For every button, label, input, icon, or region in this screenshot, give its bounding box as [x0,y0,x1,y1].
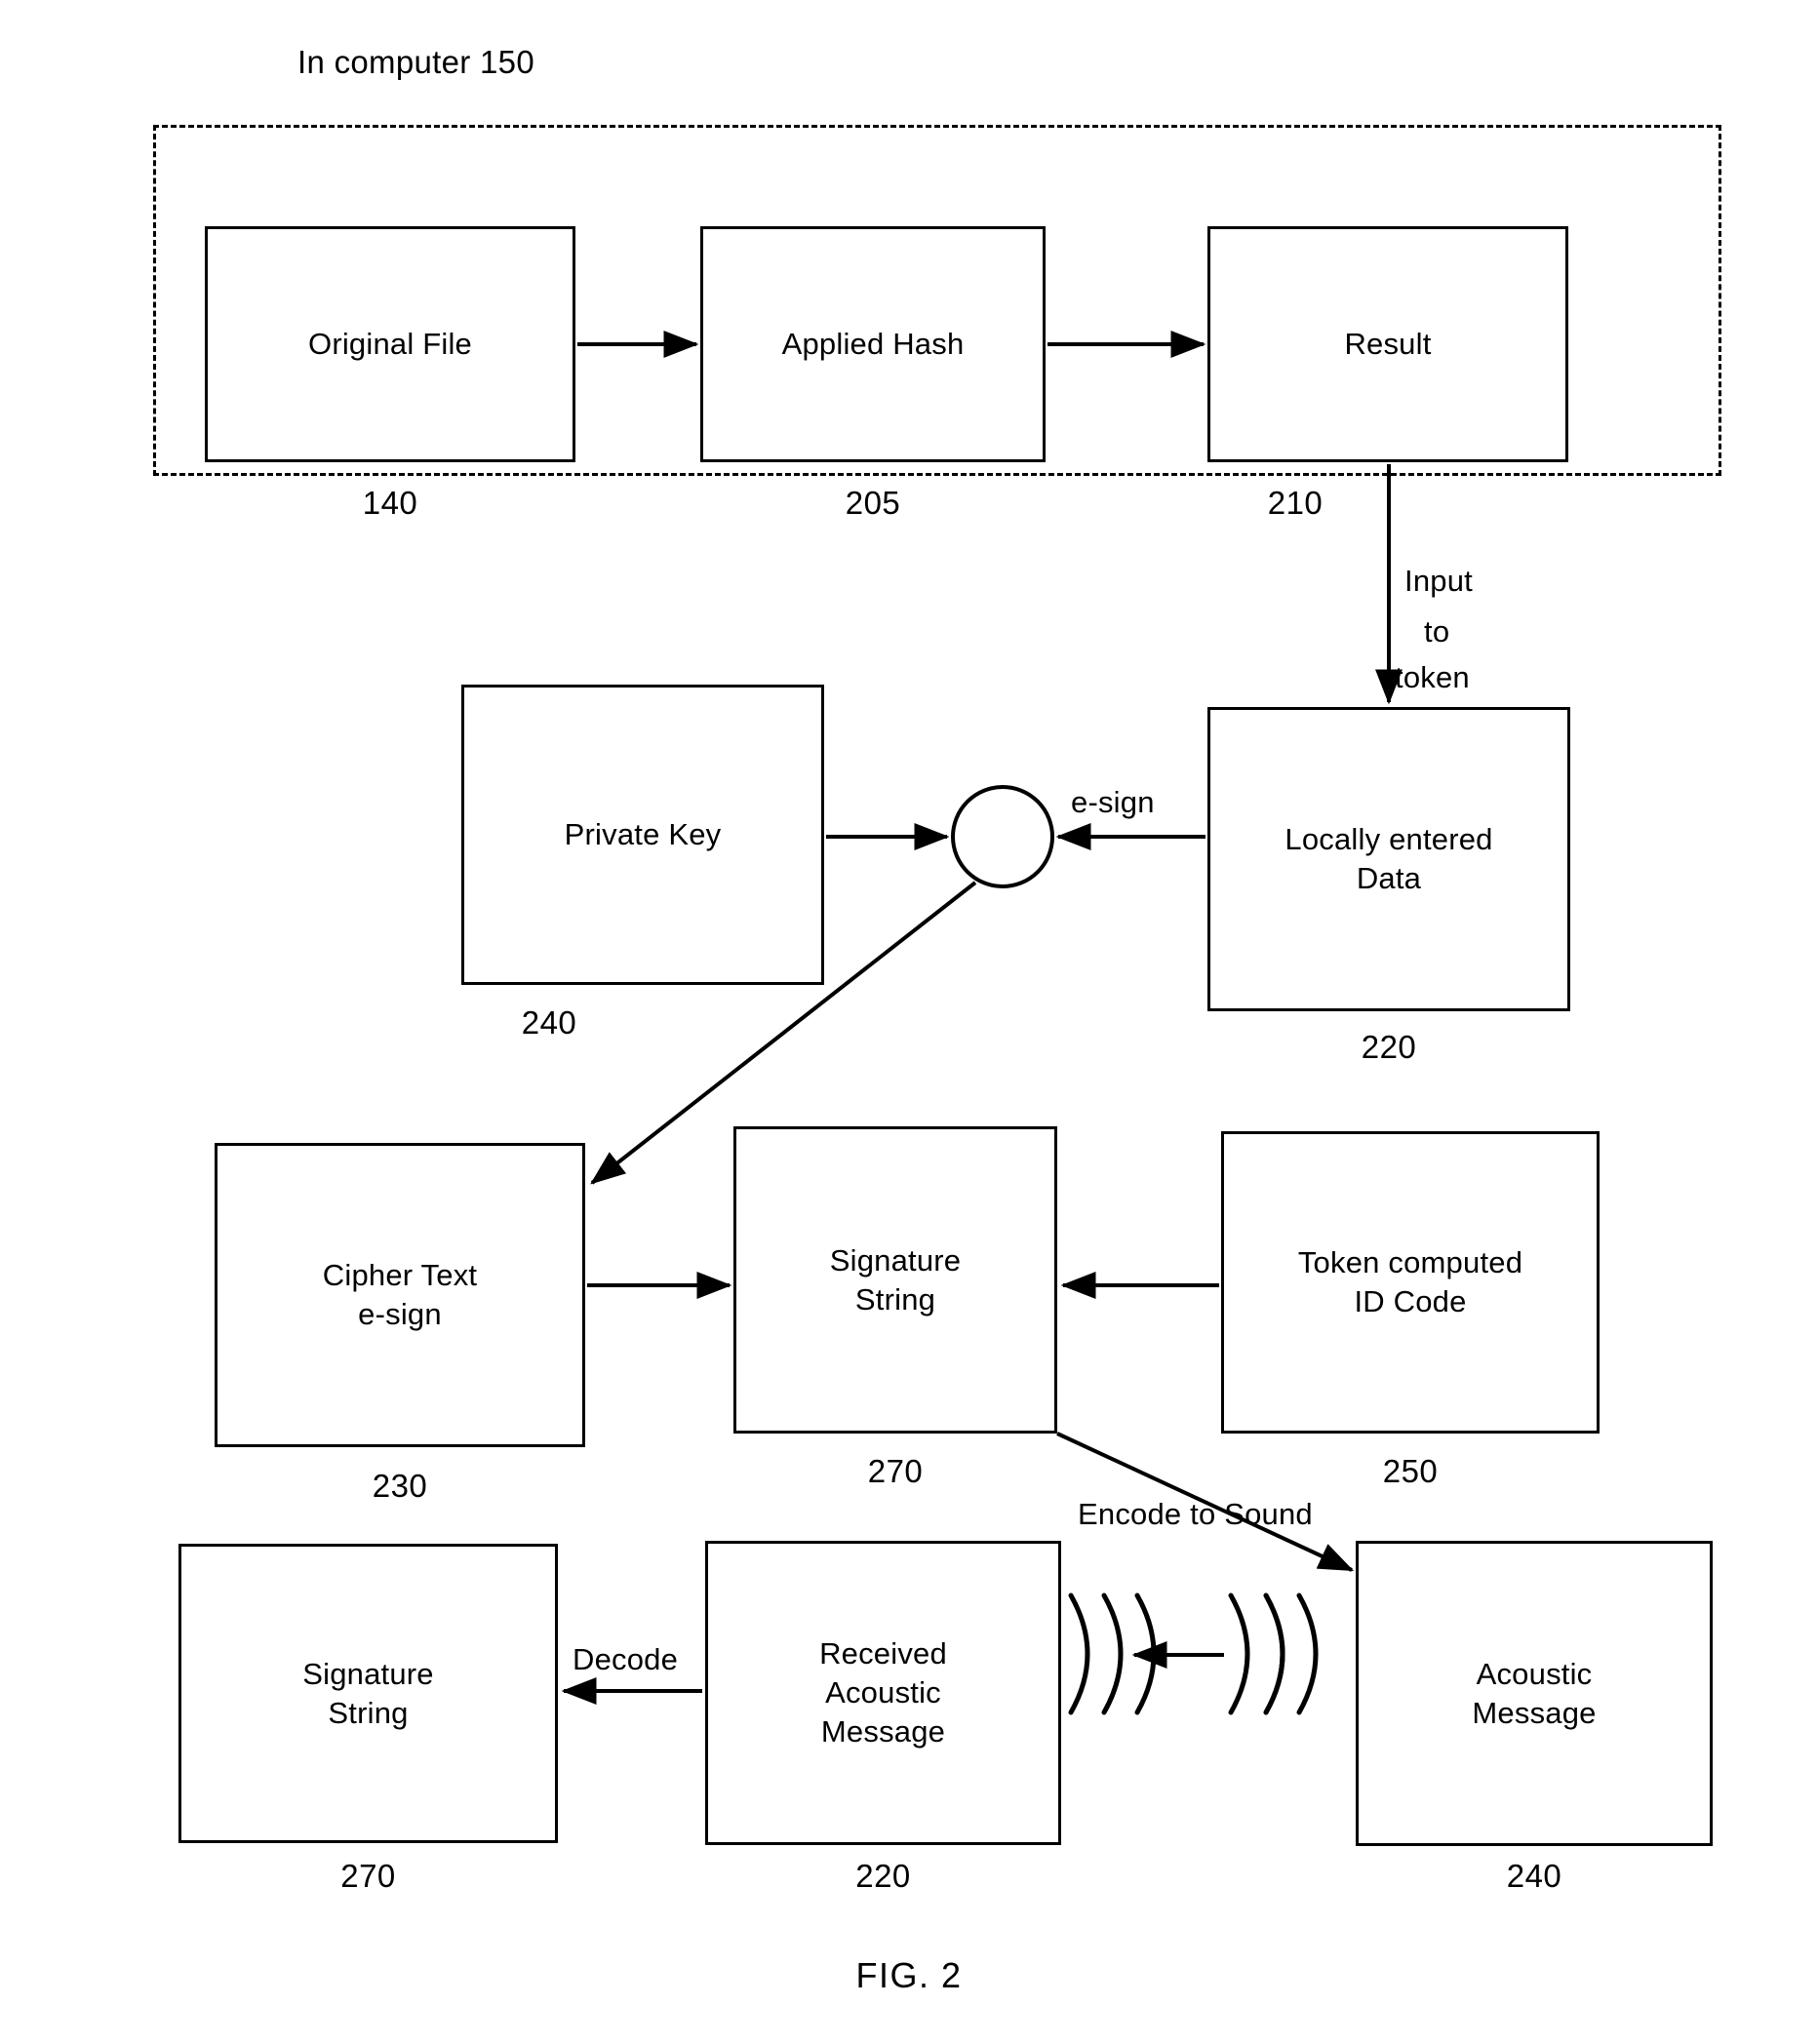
annotation-to: to [1424,614,1450,649]
sound-wave-arc-right-middle [1228,1592,1250,1715]
refnum-270-lower: 270 [340,1858,396,1894]
sound-wave-arc-left-outer [1068,1592,1090,1715]
annotation-token: token [1395,660,1470,694]
summing-junction [951,785,1054,888]
box-received-acoustic-message[interactable]: Received Acoustic Message [705,1541,1061,1845]
box-cipher-text[interactable]: Cipher Text e-sign [215,1143,585,1447]
refnum-140: 140 [362,485,418,521]
box-private-key-label: Private Key [564,817,722,852]
sound-wave-arc-right-inner [1296,1592,1319,1715]
box-original-file-label: Original File [308,327,472,362]
box-result[interactable]: Result [1207,226,1568,462]
refnum-220-received: 220 [855,1858,911,1894]
sound-wave-arc-left-inner [1134,1592,1157,1715]
sound-wave-arc-right-outer2 [1263,1592,1285,1715]
refnum-240-acoustic: 240 [1506,1858,1562,1894]
sound-wave-arc-left-middle [1101,1592,1124,1715]
box-signature-string-upper-label: Signature String [829,1242,962,1317]
refnum-210: 210 [1267,485,1324,521]
box-applied-hash[interactable]: Applied Hash [700,226,1046,462]
box-token-computed-id-code[interactable]: Token computed ID Code [1221,1131,1600,1434]
refnum-205: 205 [845,485,901,521]
box-acoustic-message-label: Acoustic Message [1472,1656,1597,1730]
box-acoustic-message[interactable]: Acoustic Message [1356,1541,1713,1846]
box-private-key[interactable]: Private Key [461,685,824,985]
box-cipher-text-label: Cipher Text e-sign [322,1258,478,1331]
region-title: In computer 150 [297,44,534,80]
box-locally-entered-data-label: Locally entered Data [1284,822,1493,895]
annotation-decode: Decode [573,1642,679,1676]
box-signature-string-lower-label: Signature String [302,1656,434,1730]
box-locally-entered-data[interactable]: Locally entered Data [1207,707,1570,1011]
figure-canvas: In computer 150 Original File 140 Applie… [0,0,1818,2044]
sound-wave-arc-right-outer [1263,1592,1285,1715]
annotation-e-sign: e-sign [1071,785,1155,819]
box-original-file[interactable]: Original File [205,226,575,462]
figure-caption: FIG. 2 [855,1955,963,1995]
box-signature-string-upper[interactable]: Signature String [733,1126,1057,1434]
box-applied-hash-label: Applied Hash [781,327,965,362]
refnum-220-locally-entered: 220 [1361,1029,1417,1065]
box-received-acoustic-message-label: Received Acoustic Message [819,1636,947,1749]
box-signature-string-lower[interactable]: Signature String [178,1544,558,1843]
refnum-240-private-key: 240 [521,1004,577,1041]
annotation-input: Input [1404,564,1473,598]
annotation-encode-to-sound: Encode to Sound [1078,1497,1313,1531]
box-token-computed-id-code-label: Token computed ID Code [1297,1245,1523,1318]
box-result-label: Result [1344,327,1432,362]
refnum-250: 250 [1382,1453,1439,1489]
refnum-230: 230 [372,1468,428,1504]
refnum-270-upper: 270 [867,1453,924,1489]
